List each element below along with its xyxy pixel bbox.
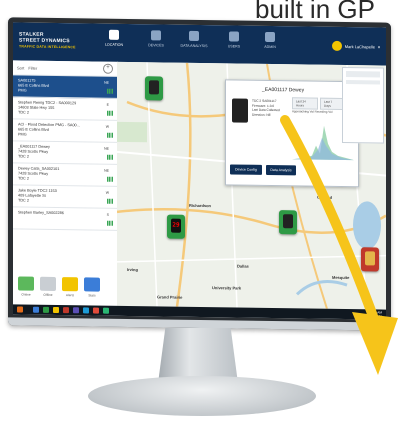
yellow-arrow-icon <box>280 115 398 375</box>
